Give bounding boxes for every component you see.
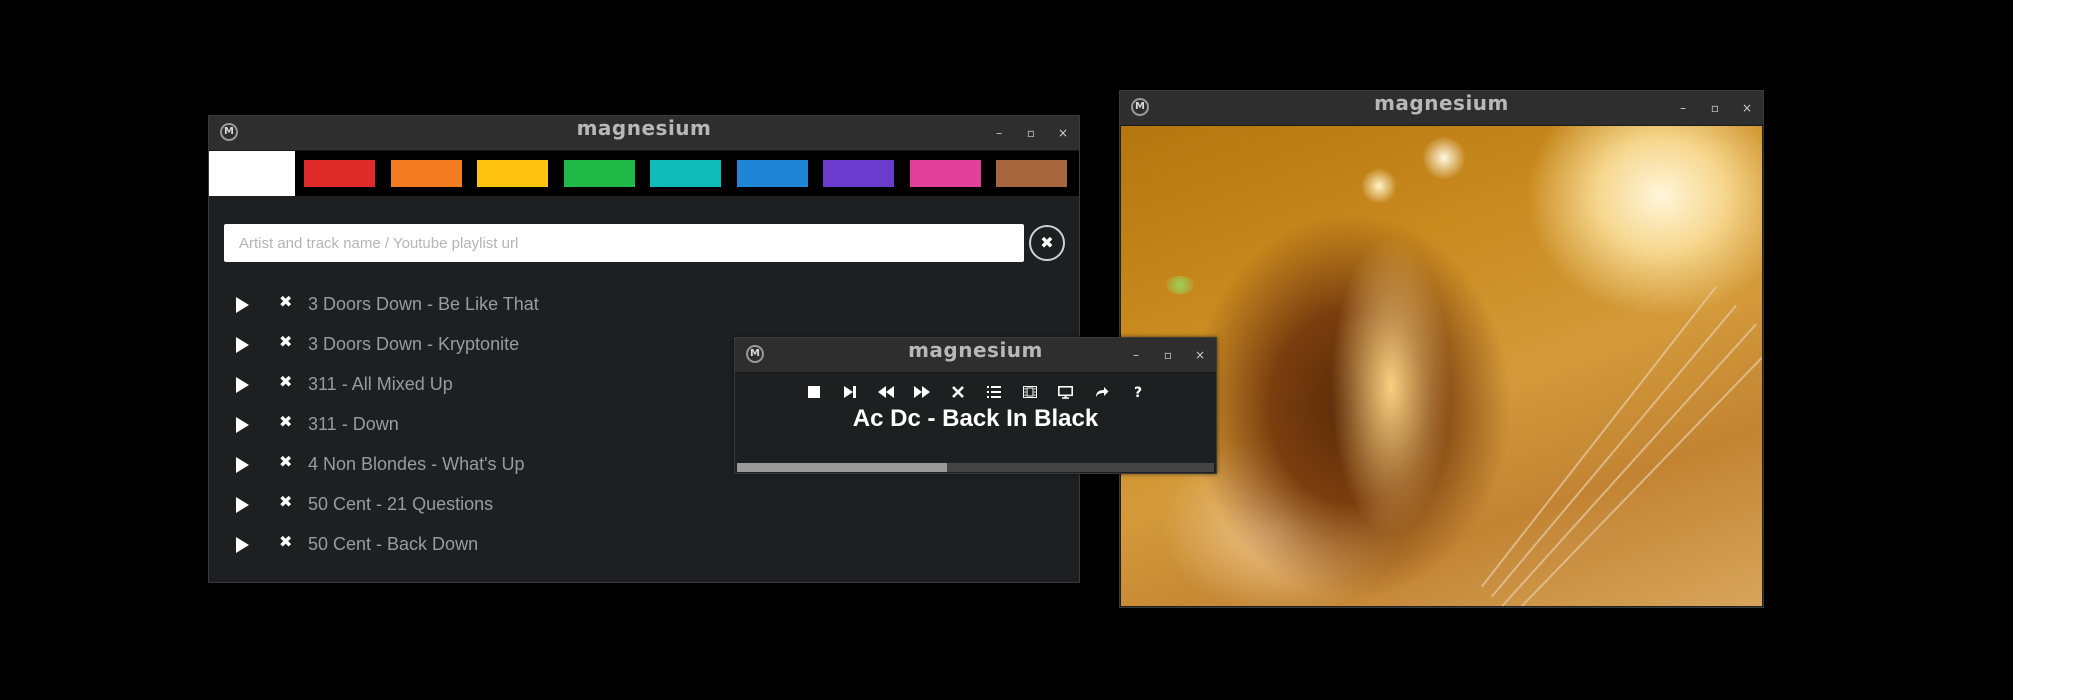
playlist-item: ✖ 50 Cent - Back Down: [209, 532, 1079, 573]
remove-icon[interactable]: ✖: [279, 332, 292, 351]
color-swatch[interactable]: [736, 160, 808, 187]
play-icon[interactable]: [236, 457, 249, 473]
list-icon[interactable]: [983, 381, 1005, 403]
mini-player-window: M magnesium – ▫ × ? Ac Dc - Back In Blac…: [734, 337, 1217, 474]
color-swatch[interactable]: [909, 160, 981, 187]
minimize-button[interactable]: –: [993, 126, 1005, 140]
track-name[interactable]: 4 Non Blondes - What's Up: [308, 454, 525, 475]
track-name[interactable]: 311 - All Mixed Up: [308, 374, 453, 395]
minimize-button[interactable]: –: [1130, 348, 1142, 362]
guitar-string: [1481, 286, 1717, 588]
play-icon[interactable]: [236, 537, 249, 553]
track-name[interactable]: 311 - Down: [308, 414, 399, 435]
close-button[interactable]: ×: [1057, 126, 1069, 140]
remove-icon[interactable]: ✖: [279, 532, 292, 551]
color-theme-bar: [209, 151, 1079, 196]
close-button[interactable]: ×: [1194, 348, 1206, 362]
maximize-button[interactable]: ▫: [1162, 348, 1174, 362]
color-swatch[interactable]: [209, 151, 295, 196]
player-controls: ?: [735, 381, 1216, 403]
desktop-edge: [2013, 0, 2100, 700]
remove-icon[interactable]: ✖: [279, 452, 292, 471]
window-title: magnesium: [576, 116, 712, 140]
track-name[interactable]: 3 Doors Down - Be Like That: [308, 294, 539, 315]
rewind-icon[interactable]: [875, 381, 897, 403]
stop-icon[interactable]: [803, 381, 825, 403]
play-icon[interactable]: [236, 377, 249, 393]
fast-forward-icon[interactable]: [911, 381, 933, 403]
color-swatch[interactable]: [390, 160, 462, 187]
clear-search-button[interactable]: ✖: [1029, 225, 1065, 261]
play-icon[interactable]: [236, 337, 249, 353]
help-icon[interactable]: ?: [1127, 381, 1149, 403]
playlist-item: ✖ 3 Doors Down - Be Like That: [209, 292, 1079, 333]
title-bar[interactable]: M magnesium – ▫ ×: [1120, 91, 1763, 126]
track-name[interactable]: 50 Cent - 21 Questions: [308, 494, 493, 515]
close-icon[interactable]: [947, 381, 969, 403]
close-button[interactable]: ×: [1741, 101, 1753, 115]
play-icon[interactable]: [236, 497, 249, 513]
monitor-icon[interactable]: [1055, 381, 1077, 403]
progress-fill: [737, 463, 947, 472]
minimize-button[interactable]: –: [1677, 101, 1689, 115]
color-swatch[interactable]: [996, 160, 1067, 187]
playlist-item: ✖ 50 Cent - 21 Questions: [209, 492, 1079, 533]
title-bar[interactable]: M magnesium – ▫ ×: [209, 116, 1079, 151]
remove-icon[interactable]: ✖: [279, 372, 292, 391]
guitar-string: [1491, 304, 1737, 598]
svg-text:?: ?: [1133, 385, 1141, 399]
maximize-button[interactable]: ▫: [1025, 126, 1037, 140]
now-playing-title: Ac Dc - Back In Black: [852, 405, 1099, 432]
remove-icon[interactable]: ✖: [279, 412, 292, 431]
play-icon[interactable]: [236, 297, 249, 313]
guitar-string: [1501, 323, 1757, 606]
search-input[interactable]: [224, 224, 1024, 262]
color-swatch[interactable]: [477, 160, 548, 187]
film-icon[interactable]: [1019, 381, 1041, 403]
next-track-icon[interactable]: [839, 381, 861, 403]
window-title: magnesium: [1374, 91, 1509, 115]
color-swatch[interactable]: [823, 160, 894, 187]
progress-bar[interactable]: [737, 463, 1214, 472]
share-icon[interactable]: [1091, 381, 1113, 403]
title-bar[interactable]: M magnesium – ▫ ×: [735, 338, 1216, 373]
video-frame[interactable]: [1121, 126, 1762, 606]
color-swatch[interactable]: [563, 160, 635, 187]
remove-icon[interactable]: ✖: [279, 492, 292, 511]
track-name[interactable]: 3 Doors Down - Kryptonite: [308, 334, 519, 355]
stage-light: [1166, 276, 1194, 294]
color-swatch[interactable]: [650, 160, 721, 187]
track-name[interactable]: 50 Cent - Back Down: [308, 534, 478, 555]
play-icon[interactable]: [236, 417, 249, 433]
color-swatch[interactable]: [304, 160, 375, 187]
remove-icon[interactable]: ✖: [279, 292, 292, 311]
maximize-button[interactable]: ▫: [1709, 101, 1721, 115]
